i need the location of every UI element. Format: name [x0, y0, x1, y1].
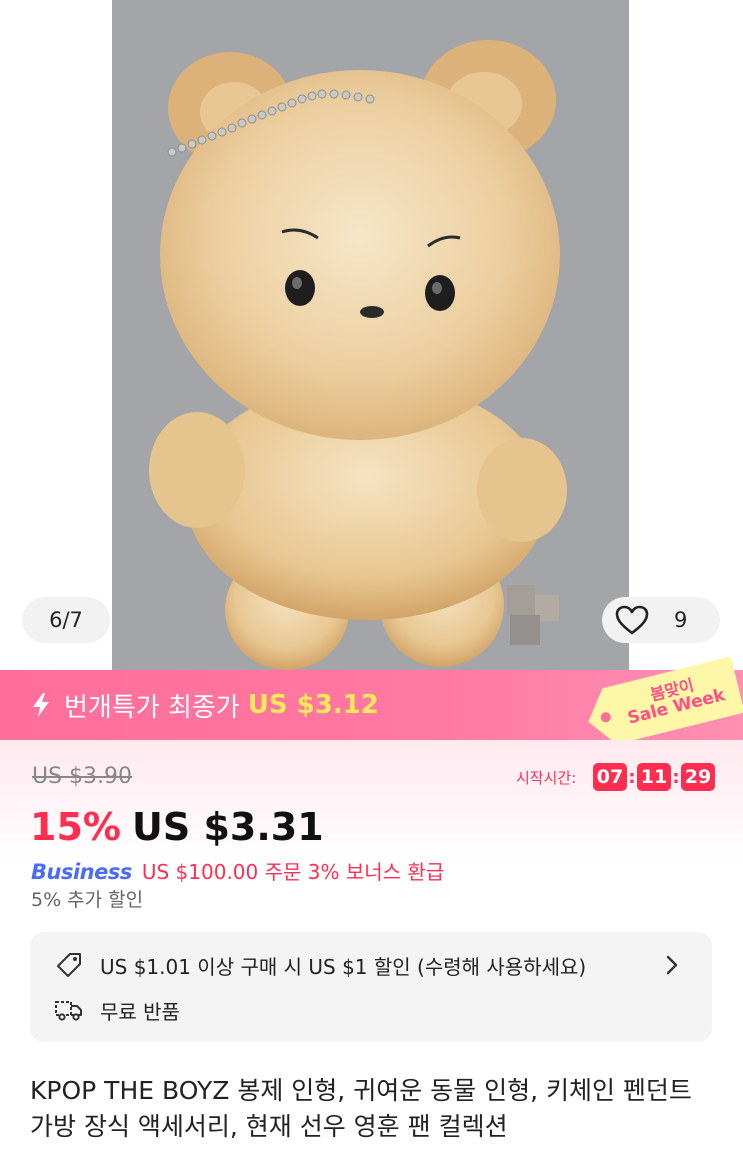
timer-hours: 07: [593, 763, 627, 791]
free-return-text: 무료 반품: [100, 999, 180, 1024]
business-bonus[interactable]: Business US $100.00 주문 3% 보너스 환급: [31, 856, 444, 885]
extra-discount: 5% 추가 할인: [31, 889, 144, 911]
plush-bear-image: [112, 0, 629, 670]
price-tag-icon: [54, 950, 84, 980]
product-title: KPOP THE BOYZ 봉제 인형, 귀여운 동물 인형, 키체인 펜던트 …: [30, 1076, 692, 1141]
heart-icon: [614, 602, 650, 638]
image-counter: 6/7: [22, 597, 110, 643]
timer-seconds: 29: [681, 763, 715, 791]
flash-deal-price: US $3.12: [247, 690, 379, 720]
timer-separator: :: [672, 766, 680, 788]
timer-minutes: 11: [637, 763, 671, 791]
current-price: US $3.31: [132, 805, 324, 849]
delivery-truck-icon: [54, 995, 84, 1025]
discount-percent: 15%: [30, 805, 121, 849]
coupon-text: US $1.01 이상 구매 시 US $1 할인 (수령해 사용하세요): [100, 954, 587, 979]
countdown-timer: 07 : 11 : 29: [593, 763, 715, 791]
product-photo[interactable]: [112, 0, 629, 670]
coupon-row[interactable]: US $1.01 이상 구매 시 US $1 할인 (수령해 사용하세요): [30, 945, 712, 985]
original-price: US $3.90: [32, 764, 133, 789]
flash-deal-label: 번개특가 최종가: [64, 692, 240, 723]
chevron-right-icon: [662, 953, 682, 977]
business-bonus-text: US $100.00 주문 3% 보너스 환급: [141, 860, 445, 884]
business-logo: Business: [31, 860, 132, 884]
lightning-icon: [30, 692, 52, 718]
free-return-row: 무료 반품: [30, 990, 712, 1030]
start-time-label: 시작시간:: [516, 769, 577, 787]
coupon-box: US $1.01 이상 구매 시 US $1 할인 (수령해 사용하세요) 무료…: [30, 932, 712, 1042]
image-counter-text: 6/7: [49, 608, 83, 632]
product-gallery[interactable]: 6/7 9: [0, 0, 743, 670]
timer-separator: :: [628, 766, 636, 788]
wishlist-button[interactable]: 9: [602, 597, 720, 643]
favorites-count: 9: [674, 608, 688, 632]
